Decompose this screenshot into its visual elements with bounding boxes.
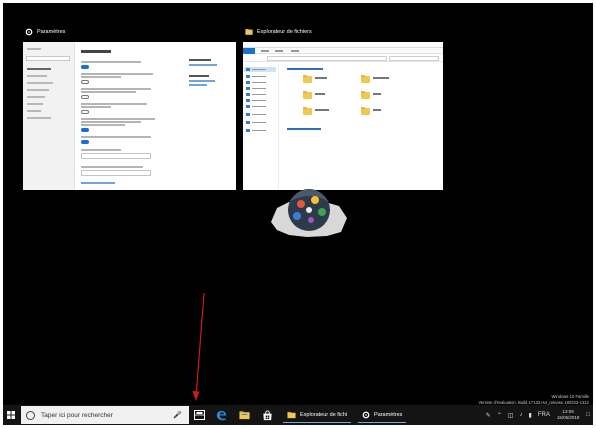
toggle-switch bbox=[81, 80, 89, 84]
edge-browser-button[interactable] bbox=[214, 408, 228, 422]
search-placeholder: Taper ici pour rechercher bbox=[41, 411, 113, 419]
window-title-label: Paramètres bbox=[37, 29, 66, 35]
edge-icon bbox=[216, 410, 226, 420]
task-view-window-title-settings[interactable]: Paramètres bbox=[25, 27, 65, 37]
explorer-address-bar bbox=[243, 55, 443, 62]
system-tray: ✎ ⌃ ◫ ♪ ▮ FRA 13:09 15/05/2018 □ bbox=[483, 405, 593, 425]
notification-center-icon[interactable]: □ bbox=[586, 412, 590, 418]
toggle-switch bbox=[81, 140, 89, 144]
toggle-switch bbox=[81, 110, 89, 114]
settings-window-thumbnail[interactable] bbox=[23, 42, 236, 190]
chevron-up-icon[interactable]: ⌃ bbox=[497, 412, 502, 419]
folder-icon bbox=[303, 74, 312, 83]
settings-sidebar bbox=[23, 42, 75, 190]
language-indicator[interactable]: FRA bbox=[538, 412, 550, 418]
taskbar: Taper ici pour rechercher 🎤 Explorateur … bbox=[3, 405, 593, 425]
task-view-icon bbox=[193, 410, 205, 420]
taskbar-app-label: Paramètres bbox=[374, 411, 403, 418]
cortana-icon bbox=[26, 410, 35, 420]
dropdown bbox=[81, 170, 151, 176]
store-button[interactable] bbox=[260, 408, 274, 422]
pen-workspace-icon[interactable]: ✎ bbox=[486, 412, 491, 419]
gear-icon bbox=[25, 28, 33, 36]
taskbar-app-label: Explorateur de fichi bbox=[300, 411, 348, 418]
toggle-switch bbox=[81, 128, 89, 132]
folder-icon bbox=[287, 411, 296, 418]
explorer-navigation-pane bbox=[243, 63, 279, 190]
desktop-wallpaper bbox=[271, 189, 347, 237]
toggle-switch bbox=[81, 65, 89, 69]
settings-content bbox=[81, 42, 236, 190]
folder-icon bbox=[303, 90, 312, 99]
toggle-switch bbox=[81, 95, 89, 99]
network-icon[interactable]: ◫ bbox=[508, 412, 514, 419]
battery-icon[interactable]: ▮ bbox=[529, 412, 532, 419]
folder-icon bbox=[361, 106, 370, 115]
settings-search-field bbox=[26, 56, 70, 61]
window-title-label: Explorateur de fichiers bbox=[257, 29, 312, 35]
folder-icon bbox=[245, 28, 253, 36]
taskbar-search-box[interactable]: Taper ici pour rechercher 🎤 bbox=[21, 406, 189, 424]
shopping-bag-icon bbox=[262, 409, 272, 420]
desktop-task-view: Paramètres Explorateur de fichiers Windo… bbox=[3, 3, 593, 425]
windows-logo-icon bbox=[7, 411, 15, 419]
task-view-window-title-explorer[interactable]: Explorateur de fichiers bbox=[245, 27, 312, 37]
taskbar-app-file-explorer[interactable]: Explorateur de fichi bbox=[283, 407, 352, 423]
gear-icon bbox=[362, 411, 370, 418]
clock[interactable]: 13:09 15/05/2018 bbox=[557, 409, 580, 421]
file-explorer-window-thumbnail[interactable] bbox=[243, 42, 443, 190]
file-explorer-button[interactable] bbox=[237, 408, 251, 422]
folder-icon bbox=[238, 411, 250, 420]
dropdown bbox=[81, 153, 151, 159]
microphone-icon[interactable]: 🎤 bbox=[173, 411, 182, 419]
folder-icon bbox=[361, 74, 370, 83]
explorer-ribbon bbox=[243, 48, 443, 54]
folder-icon bbox=[303, 106, 312, 115]
taskbar-app-settings[interactable]: Paramètres bbox=[358, 407, 407, 423]
volume-icon[interactable]: ♪ bbox=[520, 412, 523, 418]
start-button[interactable] bbox=[3, 405, 19, 425]
task-view-button[interactable] bbox=[192, 408, 206, 422]
folder-icon bbox=[361, 90, 370, 99]
